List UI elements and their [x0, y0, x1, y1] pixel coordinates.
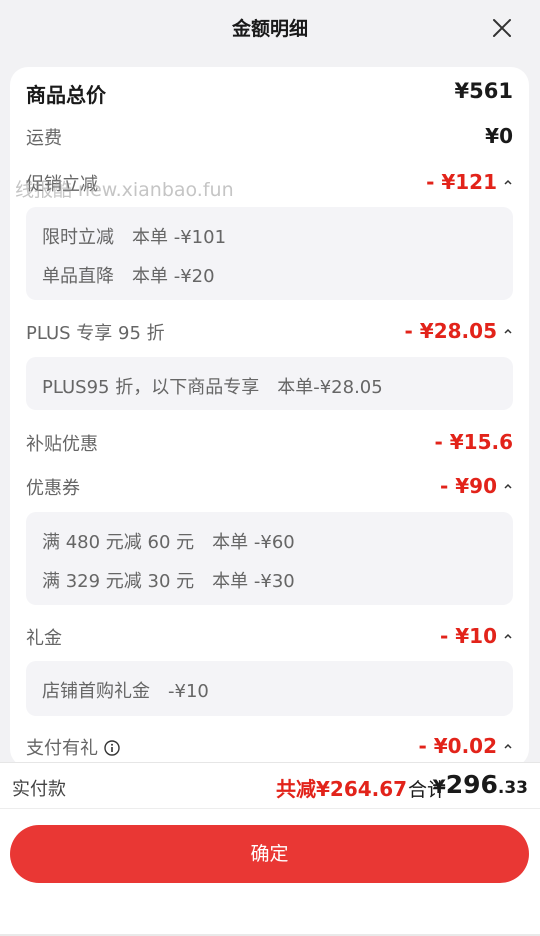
close-button[interactable]	[488, 14, 516, 42]
chevron-up-icon	[504, 483, 512, 489]
shipping-value: ¥0	[485, 124, 513, 148]
promo-detail-line: 限时立减 本单 -¥101	[42, 227, 227, 248]
watermark: 线报酷 new.xianbao.fun	[15, 179, 234, 201]
plus-row[interactable]: PLUS 专享 95 折 - ¥28.05	[26, 319, 513, 347]
pay-label: 实付款	[12, 779, 66, 800]
plus-value-group: - ¥28.05	[405, 319, 513, 343]
total-integer: 296	[445, 770, 498, 799]
plus-label: PLUS 专享 95 折	[26, 323, 165, 344]
price-detail-card: 商品总价 ¥561 运费 ¥0 促销立减 - ¥121 限时立减 本单 -¥10…	[10, 67, 529, 767]
gift-value: - ¥10	[439, 624, 497, 648]
coupon-value: - ¥90	[439, 474, 497, 498]
footer-bar: 实付款 共减¥264.67 合计 ¥296.33 确定	[0, 762, 540, 936]
coupon-detail-line: 满 329 元减 30 元 本单 -¥30	[42, 571, 295, 592]
shipping-row: 运费 ¥0	[26, 124, 513, 152]
plus-detail-box: PLUS95 折，以下商品专享 本单-¥28.05	[26, 357, 513, 410]
total-saving: 共减¥264.67	[276, 777, 408, 801]
plus-value: - ¥28.05	[404, 319, 497, 343]
coupon-row[interactable]: 优惠券 - ¥90	[26, 474, 513, 502]
chevron-up-icon	[504, 328, 512, 334]
chevron-up-icon	[504, 743, 512, 749]
subsidy-row: 补贴优惠 - ¥15.6	[26, 430, 513, 458]
coupon-value-group: - ¥90	[440, 474, 513, 498]
pay-gift-value-group: - ¥0.02	[418, 734, 513, 758]
subsidy-value: - ¥15.6	[434, 430, 513, 454]
chevron-up-icon	[504, 633, 512, 639]
promo-value: - ¥121	[426, 170, 497, 194]
total-currency: ¥	[432, 776, 446, 798]
goods-total-value: ¥561	[454, 79, 513, 103]
gift-detail-line: 店铺首购礼金 -¥10	[42, 681, 209, 702]
subsidy-label: 补贴优惠	[26, 434, 98, 455]
promo-detail-line: 单品直降 本单 -¥20	[42, 266, 215, 287]
gift-label: 礼金	[26, 628, 62, 649]
coupon-detail-line: 满 480 元减 60 元 本单 -¥60	[42, 532, 295, 553]
chevron-up-icon	[504, 179, 512, 185]
sheet-header: 金额明细	[0, 0, 540, 56]
goods-total-row: 商品总价 ¥561	[26, 79, 513, 109]
shipping-label: 运费	[26, 128, 62, 149]
total-decimal: .33	[497, 778, 528, 798]
promo-value-group: - ¥121	[426, 170, 513, 194]
promo-detail-box: 限时立减 本单 -¥101 单品直降 本单 -¥20	[26, 207, 513, 300]
pay-gift-value: - ¥0.02	[418, 734, 497, 758]
coupon-detail-box: 满 480 元减 60 元 本单 -¥60 满 329 元减 30 元 本单 -…	[26, 512, 513, 605]
pay-gift-row[interactable]: 支付有礼 - ¥0.02	[26, 734, 513, 762]
gift-value-group: - ¥10	[440, 624, 513, 648]
confirm-button[interactable]: 确定	[10, 825, 529, 883]
divider	[0, 808, 540, 809]
coupon-label: 优惠券	[26, 478, 80, 499]
plus-detail-line: PLUS95 折，以下商品专享 本单-¥28.05	[42, 377, 383, 398]
sheet-title: 金额明细	[231, 18, 308, 40]
gift-detail-box: 店铺首购礼金 -¥10	[26, 661, 513, 716]
pay-gift-label: 支付有礼	[26, 738, 98, 759]
total-amount: ¥296.33	[432, 770, 528, 799]
info-icon[interactable]	[104, 740, 120, 756]
goods-total-label: 商品总价	[26, 83, 106, 107]
pay-gift-label-group: 支付有礼	[26, 734, 120, 760]
gift-row[interactable]: 礼金 - ¥10	[26, 624, 513, 652]
close-icon	[493, 19, 511, 37]
